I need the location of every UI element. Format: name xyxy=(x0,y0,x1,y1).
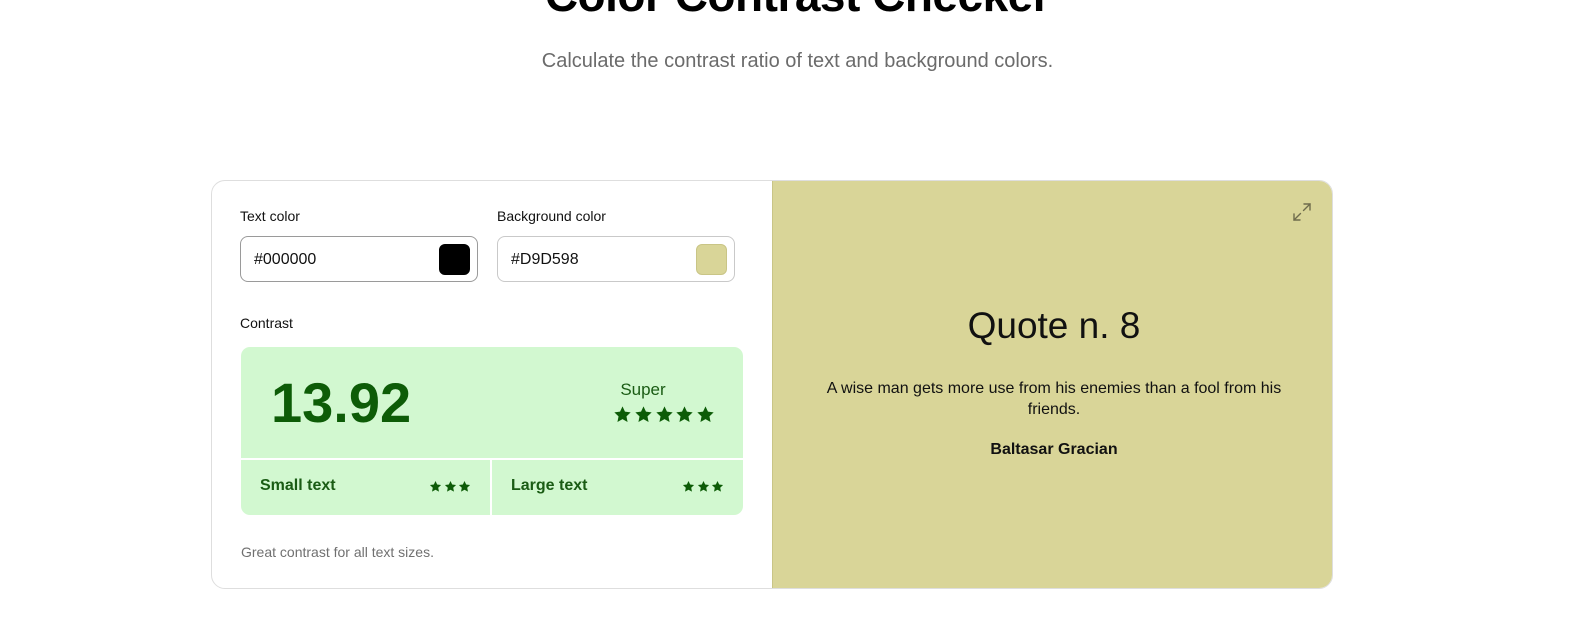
text-color-label: Text color xyxy=(240,208,300,224)
quote-author: Baltasar Gracian xyxy=(990,441,1118,458)
text-color-input[interactable]: #000000 xyxy=(240,236,478,282)
background-color-label: Background color xyxy=(497,208,606,224)
text-color-value[interactable]: #000000 xyxy=(254,251,316,269)
star-icon xyxy=(458,480,471,493)
star-icon xyxy=(613,405,632,427)
contrast-checker-card: Text color #000000 Background color #D9D… xyxy=(211,180,1333,589)
large-text-label: Large text xyxy=(511,477,588,494)
text-color-swatch[interactable] xyxy=(439,244,470,275)
star-icon xyxy=(697,480,710,493)
star-icon xyxy=(675,405,694,427)
quote-text: A wise man gets more use from his enemie… xyxy=(826,380,1282,418)
contrast-label: Contrast xyxy=(240,315,293,331)
page-title: Color Contrast Checker xyxy=(0,0,1595,20)
divider xyxy=(490,458,492,515)
small-text-stars xyxy=(429,480,471,493)
star-icon xyxy=(682,480,695,493)
star-icon xyxy=(634,405,653,427)
page-subtitle: Calculate the contrast ratio of text and… xyxy=(541,50,1054,72)
star-icon xyxy=(444,480,457,493)
contrast-note: Great contrast for all text sizes. xyxy=(241,544,434,560)
background-color-value[interactable]: #D9D598 xyxy=(511,251,579,269)
controls-panel: Text color #000000 Background color #D9D… xyxy=(212,181,772,588)
expand-icon[interactable] xyxy=(1291,201,1313,223)
preview-panel: Quote n. 8 A wise man gets more use from… xyxy=(772,181,1332,588)
star-icon xyxy=(696,405,715,427)
divider xyxy=(241,458,743,460)
star-icon xyxy=(711,480,724,493)
small-text-label: Small text xyxy=(260,477,336,494)
rating-stars xyxy=(613,405,715,427)
quote-title: Quote n. 8 xyxy=(967,305,1141,346)
star-icon xyxy=(429,480,442,493)
contrast-ratio: 13.92 xyxy=(271,371,412,434)
contrast-rating: Super xyxy=(620,380,666,399)
star-icon xyxy=(655,405,674,427)
contrast-result-box: 13.92 Super Small text Large text xyxy=(241,347,743,515)
large-text-stars xyxy=(682,480,724,493)
background-color-input[interactable]: #D9D598 xyxy=(497,236,735,282)
background-color-swatch[interactable] xyxy=(696,244,727,275)
